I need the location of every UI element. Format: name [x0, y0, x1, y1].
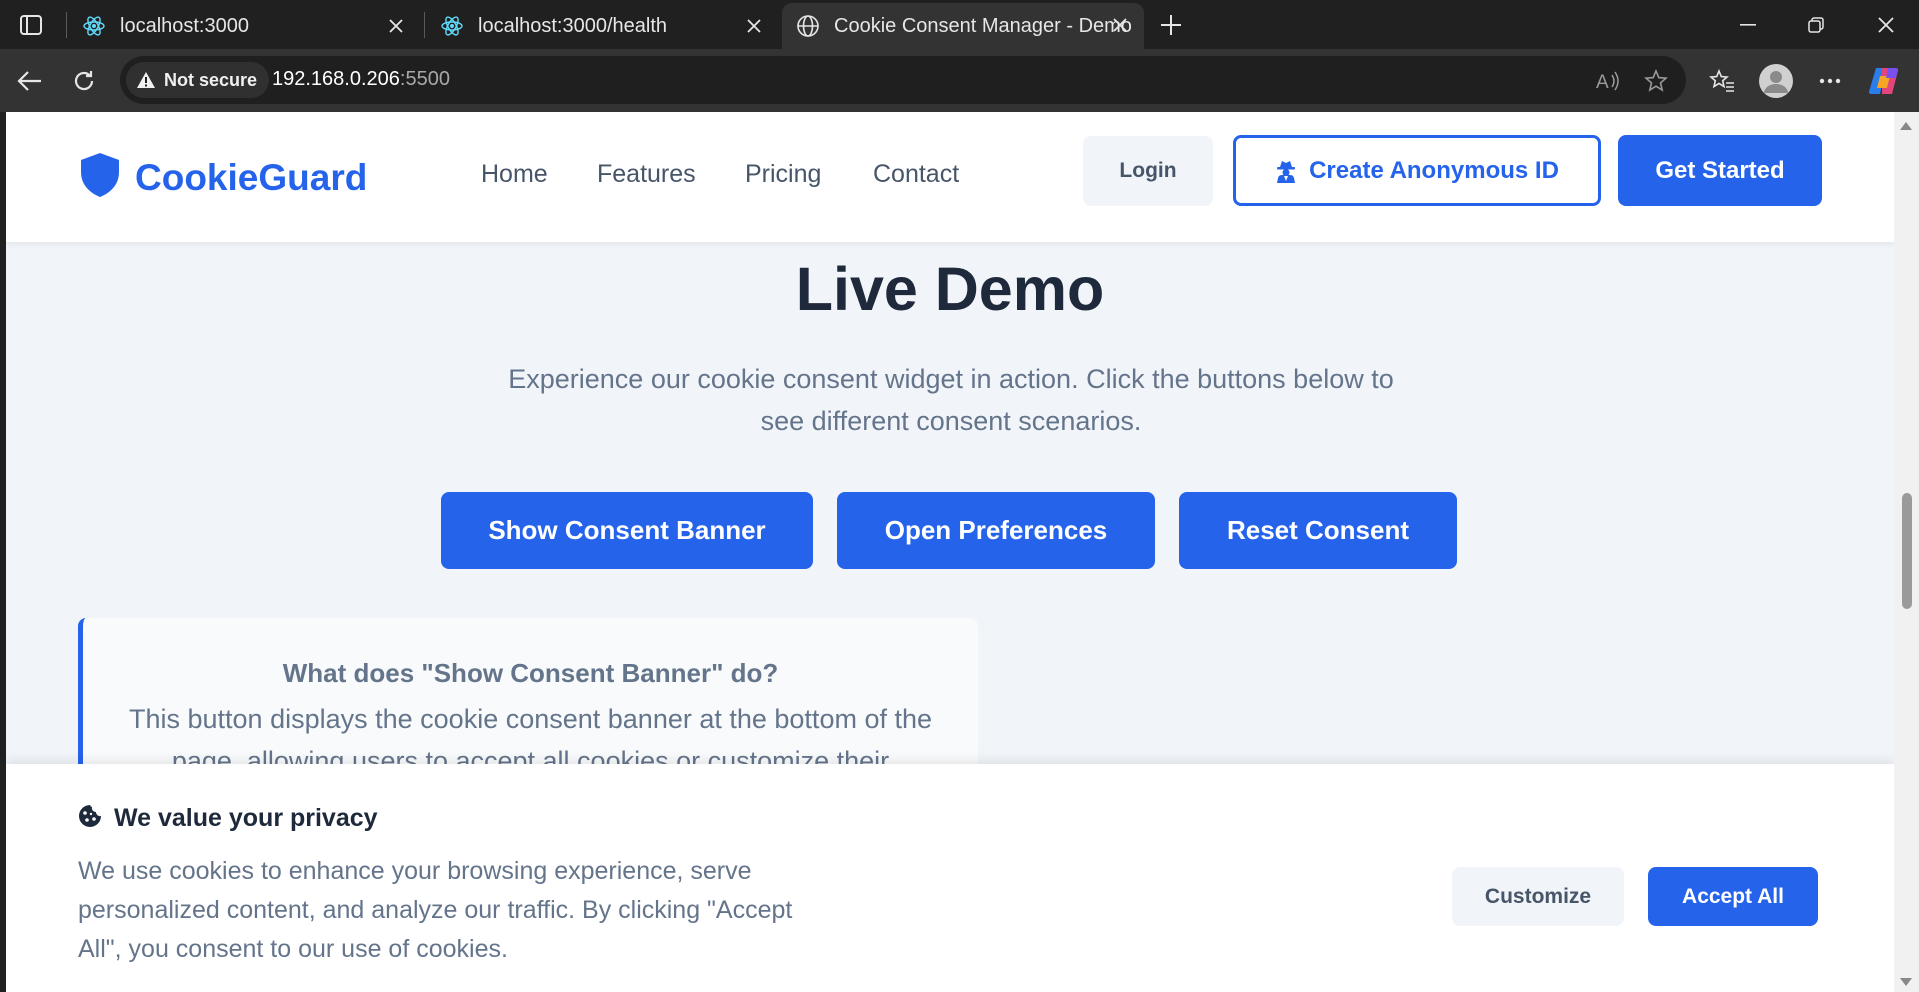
read-aloud-icon[interactable]: A: [1594, 67, 1622, 95]
favorites-icon[interactable]: [1704, 63, 1740, 99]
tab-localhost-3000[interactable]: localhost:3000: [68, 4, 420, 48]
demo-subtitle: Experience our cookie consent widget in …: [508, 364, 1394, 436]
new-tab-icon[interactable]: [1156, 10, 1186, 40]
banner-text: We use cookies to enhance your browsing …: [78, 857, 793, 963]
react-icon: [440, 14, 464, 38]
open-preferences-button[interactable]: Open Preferences: [837, 492, 1155, 569]
browser-tab-bar: localhost:3000 localhost:3000/health Coo…: [0, 0, 1919, 49]
demo-title: Live Demo: [795, 255, 1105, 323]
nav-home[interactable]: Home: [481, 160, 548, 189]
tab-actions-icon[interactable]: [14, 10, 48, 40]
minimize-icon[interactable]: [1728, 8, 1768, 42]
page-viewport: Live Demo Experience our cookie consent …: [6, 112, 1894, 992]
react-icon: [82, 14, 106, 38]
tab-localhost-health[interactable]: localhost:3000/health: [426, 4, 778, 48]
globe-icon: [796, 14, 820, 38]
warning-icon: [136, 71, 156, 89]
more-options-icon[interactable]: [1812, 63, 1848, 99]
back-arrow-icon[interactable]: [12, 63, 48, 99]
address-bar[interactable]: Not secure 192.168.0.206:5500 A: [120, 56, 1686, 104]
user-secret-icon: [1275, 159, 1297, 183]
favorite-star-icon[interactable]: [1642, 67, 1670, 95]
browser-toolbar: Not secure 192.168.0.206:5500 A: [0, 49, 1919, 112]
tab-title: localhost:3000: [120, 14, 249, 37]
info-title: What does "Show Consent Banner" do?: [282, 658, 779, 688]
tab-title: localhost:3000/health: [478, 14, 668, 37]
shield-icon: [79, 152, 121, 203]
accept-all-button[interactable]: Accept All: [1648, 867, 1818, 926]
tab-title: Cookie Consent Manager - Demo: [834, 14, 1132, 37]
nav-features[interactable]: Features: [597, 160, 696, 189]
svg-text:A: A: [1596, 72, 1609, 93]
close-icon[interactable]: [742, 14, 766, 38]
brand-name: CookieGuard: [135, 156, 368, 198]
nav-contact[interactable]: Contact: [873, 160, 959, 189]
scroll-down-arrow-icon[interactable]: [1900, 978, 1912, 986]
close-window-icon[interactable]: [1866, 8, 1906, 42]
page-scrollbar[interactable]: [1894, 112, 1919, 992]
login-button[interactable]: Login: [1083, 136, 1213, 206]
cookie-consent-banner: We value your privacy We use cookies to …: [6, 764, 1894, 992]
restore-icon[interactable]: [1796, 8, 1836, 42]
profile-avatar-icon[interactable]: [1758, 63, 1794, 99]
show-consent-banner-button[interactable]: Show Consent Banner: [441, 492, 813, 569]
scroll-up-arrow-icon[interactable]: [1900, 122, 1912, 130]
url-port: :5500: [399, 68, 450, 90]
nav-pricing[interactable]: Pricing: [745, 160, 821, 189]
refresh-icon[interactable]: [66, 63, 102, 99]
customize-button[interactable]: Customize: [1452, 867, 1624, 926]
copilot-icon[interactable]: [1866, 63, 1902, 99]
scrollbar-thumb[interactable]: [1902, 493, 1912, 609]
close-icon[interactable]: [1108, 13, 1132, 37]
create-anonymous-id-button[interactable]: Create Anonymous ID: [1233, 135, 1601, 206]
security-label: Not secure: [164, 69, 258, 90]
create-anonymous-id-label: Create Anonymous ID: [1309, 156, 1559, 184]
tab-separator: [66, 12, 67, 38]
close-icon[interactable]: [384, 14, 408, 38]
url-text[interactable]: 192.168.0.206:5500: [272, 68, 450, 91]
banner-title: We value your privacy: [114, 804, 378, 832]
reset-consent-button[interactable]: Reset Consent: [1179, 492, 1457, 569]
brand-logo[interactable]: CookieGuard: [79, 152, 367, 203]
tab-separator: [424, 12, 425, 38]
url-host: 192.168.0.206: [272, 68, 400, 90]
get-started-button[interactable]: Get Started: [1618, 135, 1822, 206]
cookie-icon: [78, 804, 102, 833]
security-indicator[interactable]: Not secure: [126, 62, 270, 98]
tab-cookie-consent-demo[interactable]: Cookie Consent Manager - Demo: [782, 3, 1144, 49]
banner-header: We value your privacy: [78, 804, 378, 833]
site-header: CookieGuard Home Features Pricing Contac…: [6, 112, 1894, 242]
